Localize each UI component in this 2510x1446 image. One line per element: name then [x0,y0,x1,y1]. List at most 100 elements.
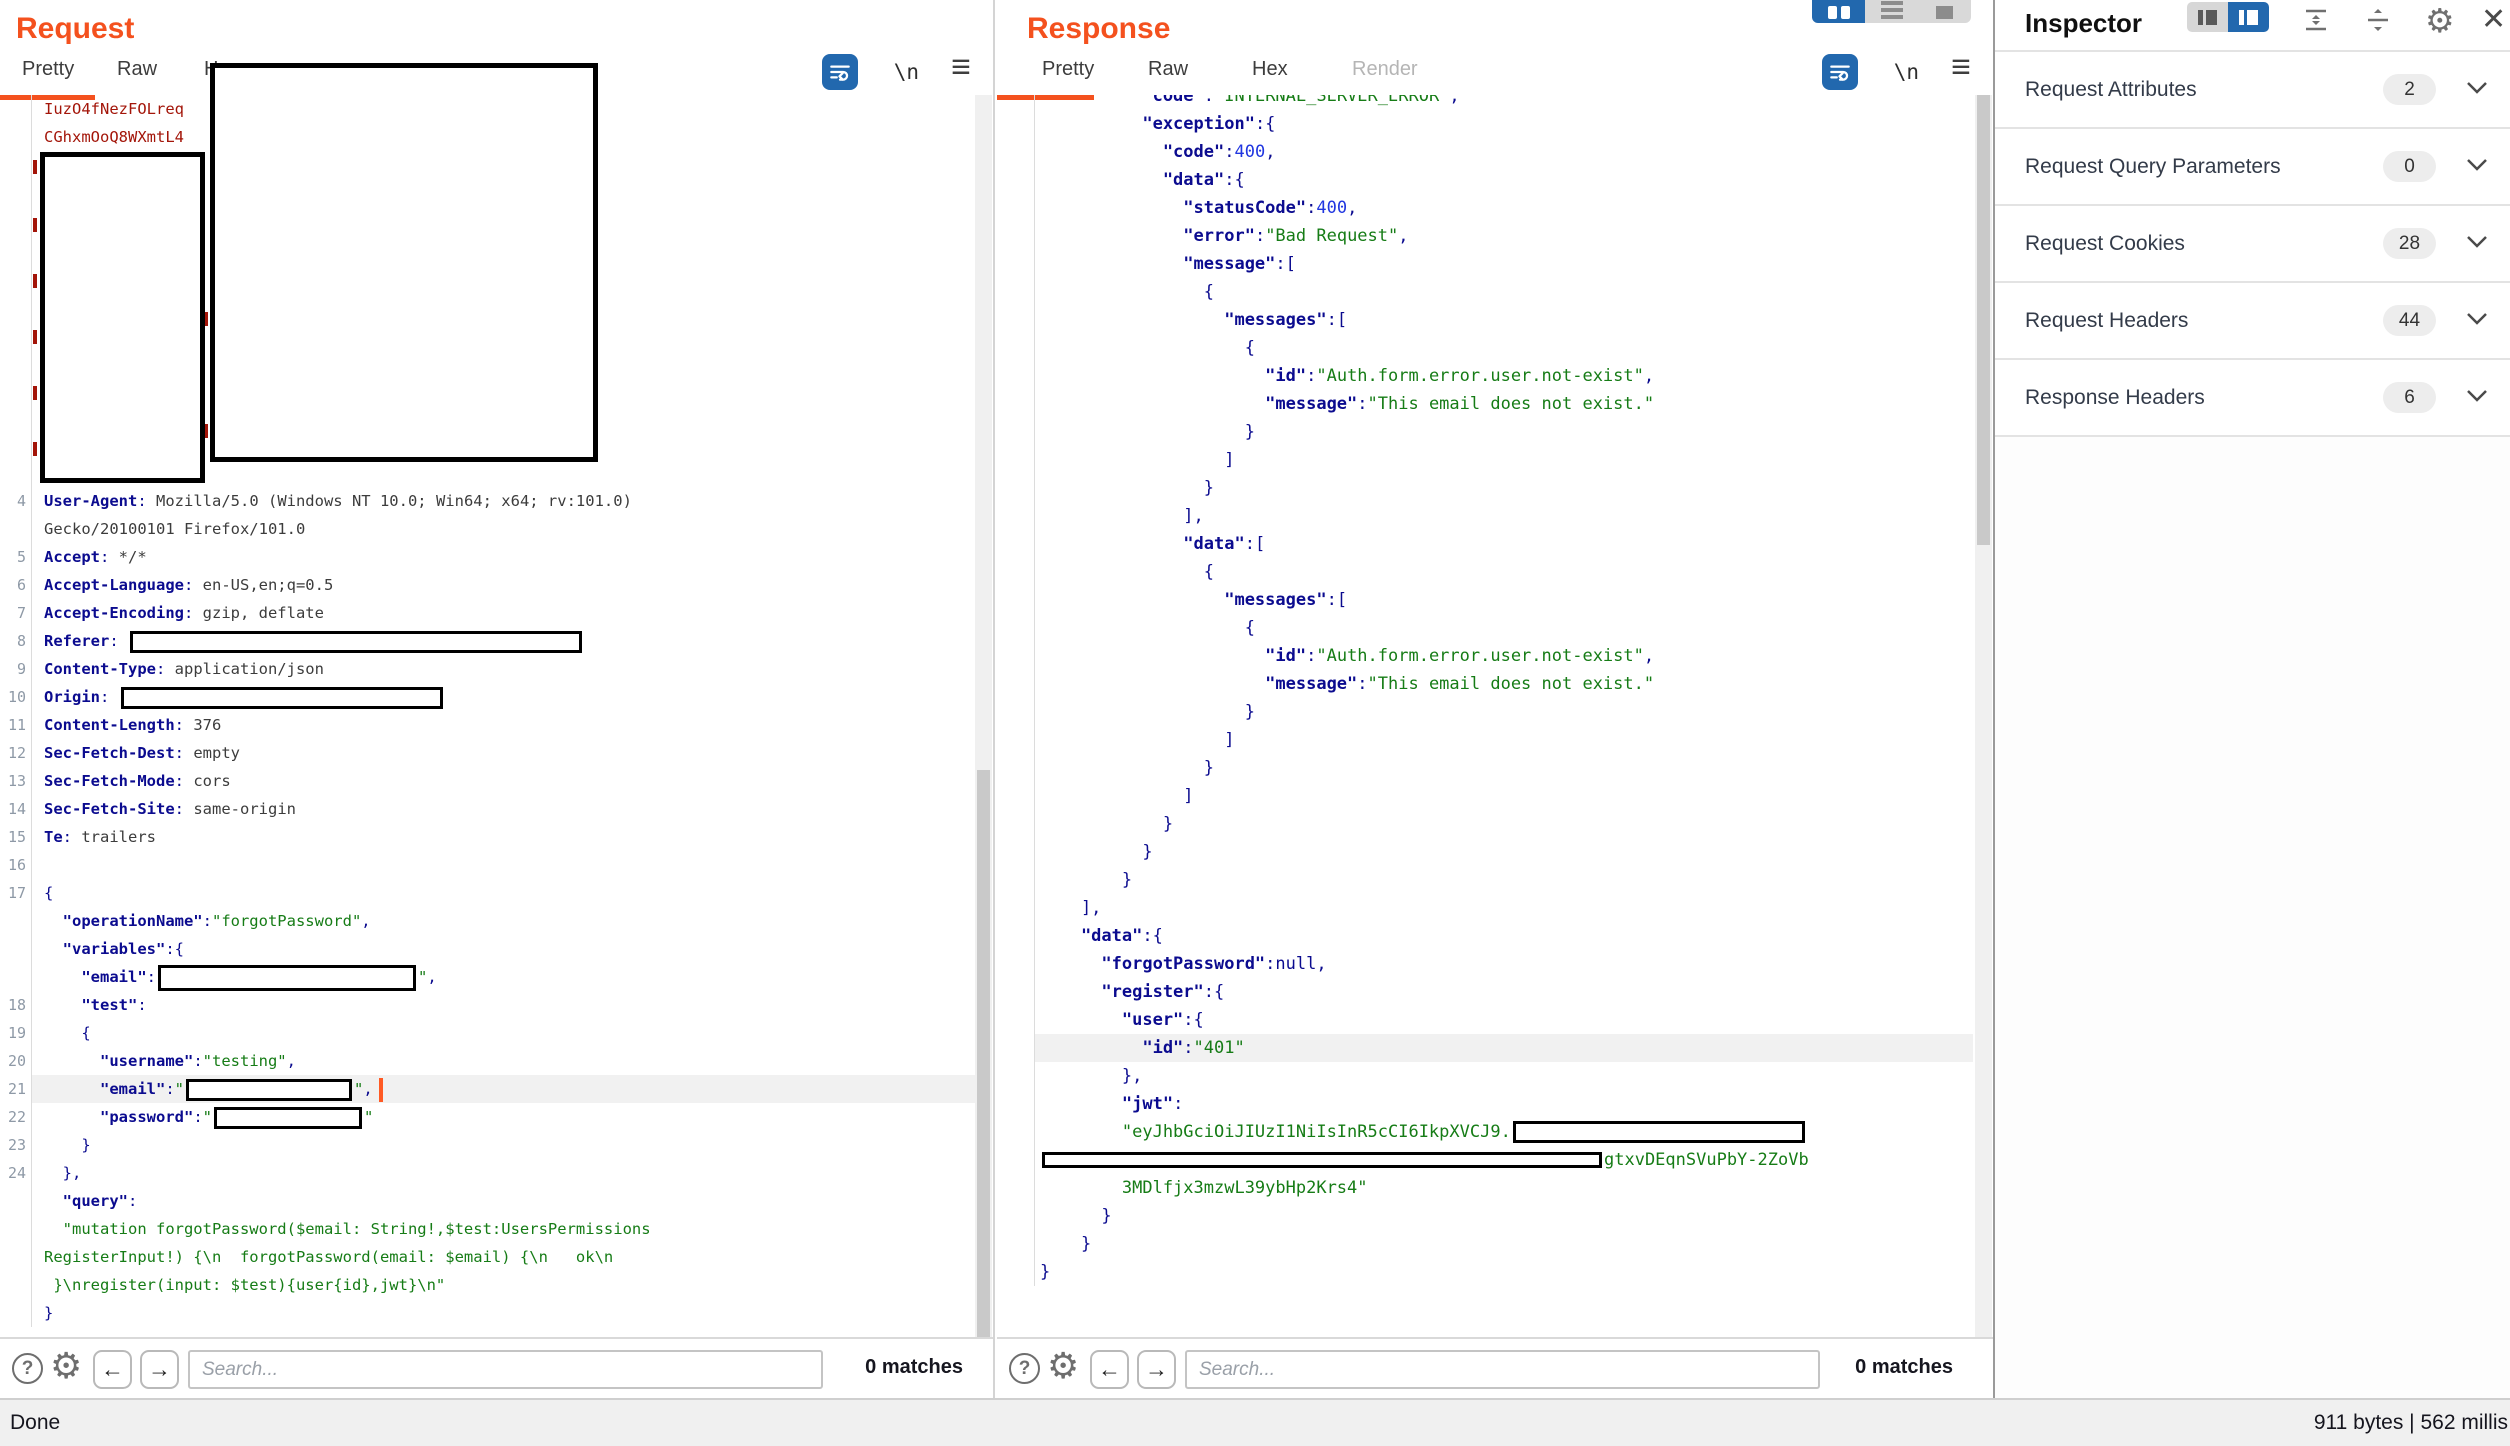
line-number [997,1174,1035,1202]
chevron-down-icon[interactable] [2466,312,2488,330]
search-next-button[interactable]: → [1137,1350,1176,1389]
word-wrap-icon[interactable] [1822,54,1858,90]
inspector-wide-layout-button[interactable] [2228,2,2269,32]
code-line: "messages":[ [997,306,1973,334]
tab-hex[interactable]: Hex [1252,58,1288,81]
line-number [997,362,1035,390]
inspector-section-request-query-parameters[interactable]: Request Query Parameters0 [1995,129,2510,206]
code-line: } [997,838,1973,866]
line-number [0,431,32,459]
redacted-text-fragment [33,274,37,288]
line-number [0,347,32,375]
tab-raw[interactable]: Raw [117,58,157,81]
line-number [997,446,1035,474]
code-line: "jwt": [997,1090,1973,1118]
code-text: { [32,879,975,907]
line-number: 6 [0,571,32,599]
line-number [997,110,1035,138]
scrollbar-thumb[interactable] [977,770,990,1337]
inspector-close-icon[interactable]: ✕ [2481,2,2506,37]
tab-render[interactable]: Render [1352,58,1418,81]
code-line: } [997,1258,1973,1286]
code-line: ] [997,726,1973,754]
chevron-down-icon[interactable] [2466,81,2488,99]
line-number [0,1271,32,1299]
line-number [997,334,1035,362]
search-input[interactable] [188,1350,823,1389]
line-number [997,474,1035,502]
line-number [0,151,32,179]
code-text: "username":"testing", [32,1047,975,1075]
inspector-section-request-cookies[interactable]: Request Cookies28 [1995,206,2510,283]
newline-toggle[interactable]: \n [1894,60,1919,84]
code-line: "user":{ [997,1006,1973,1034]
code-text: } [1035,1258,1973,1286]
chevron-down-icon[interactable] [2466,235,2488,253]
layout-rows-button[interactable] [1865,0,1918,23]
line-number: 23 [0,1131,32,1159]
scrollbar[interactable] [975,95,992,1337]
line-number [997,390,1035,418]
search-settings-icon[interactable]: ⚙ [50,1345,82,1387]
code-line: } [997,810,1973,838]
scrollbar[interactable] [1975,95,1992,1337]
line-number [997,1034,1035,1062]
expand-all-icon[interactable] [2364,6,2392,39]
code-line-highlighted: "id":"401" [997,1034,1973,1062]
section-label: Request Cookies [2025,232,2383,256]
code-text: "operationName":"forgotPassword", [32,907,975,935]
line-number [997,1118,1035,1146]
search-settings-icon[interactable]: ⚙ [1047,1345,1079,1387]
redaction-box [40,152,205,483]
tab-pretty[interactable]: Pretty [22,58,74,81]
inspector-panel: Inspector ⚙ ✕ Request Attributes2Request… [1993,0,2510,1398]
search-prev-button[interactable]: ← [93,1350,132,1389]
code-text: } [1035,810,1973,838]
code-text: Gecko/20100101 Firefox/101.0 [32,515,975,543]
search-next-button[interactable]: → [140,1350,179,1389]
code-text: { [1035,278,1973,306]
scrollbar-thumb[interactable] [1977,95,1990,545]
response-editor[interactable]: "code":"INTERNAL_SERVER_ERROR", "excepti… [997,95,1973,1337]
code-line: ] [997,446,1973,474]
code-text: "code":"INTERNAL_SERVER_ERROR", [1035,95,1973,110]
layout-columns-button[interactable] [1812,0,1865,23]
line-number [997,614,1035,642]
help-icon[interactable]: ? [12,1353,43,1384]
inspector-side-layout-button[interactable] [2187,2,2228,32]
tab-raw[interactable]: Raw [1148,58,1188,81]
newline-toggle[interactable]: \n [894,60,919,84]
layout-single-button[interactable] [1918,0,1971,23]
word-wrap-icon[interactable] [822,54,858,90]
line-number [0,907,32,935]
status-metrics: 911 bytes | 562 millis [2314,1411,2508,1435]
inspector-section-request-attributes[interactable]: Request Attributes2 [1995,52,2510,129]
collapse-all-icon[interactable] [2302,6,2330,39]
text-cursor [379,1078,383,1102]
chevron-down-icon[interactable] [2466,389,2488,407]
code-line: "forgotPassword":null, [997,950,1973,978]
inspector-section-response-headers[interactable]: Response Headers6 [1995,360,2510,437]
code-line: "message":[ [997,250,1973,278]
inspector-settings-icon[interactable]: ⚙ [2425,1,2455,40]
code-line: 4User-Agent: Mozilla/5.0 (Windows NT 10.… [0,487,975,515]
line-number [997,586,1035,614]
code-text: "register":{ [1035,978,1973,1006]
line-number [997,278,1035,306]
search-input[interactable] [1185,1350,1820,1389]
code-text: } [1035,1230,1973,1258]
line-number [0,95,32,123]
code-line: Gecko/20100101 Firefox/101.0 [0,515,975,543]
code-text: ] [1035,726,1973,754]
search-prev-button[interactable]: ← [1090,1350,1129,1389]
line-number: 18 [0,991,32,1019]
redaction-box [1042,1152,1602,1168]
chevron-down-icon[interactable] [2466,158,2488,176]
editor-menu-icon[interactable]: ≡ [1951,48,1971,87]
code-text: "test": [32,991,975,1019]
editor-menu-icon[interactable]: ≡ [951,48,971,87]
tab-pretty[interactable]: Pretty [1042,58,1094,81]
inspector-section-request-headers[interactable]: Request Headers44 [1995,283,2510,360]
help-icon[interactable]: ? [1009,1353,1040,1384]
code-text: ], [1035,894,1973,922]
